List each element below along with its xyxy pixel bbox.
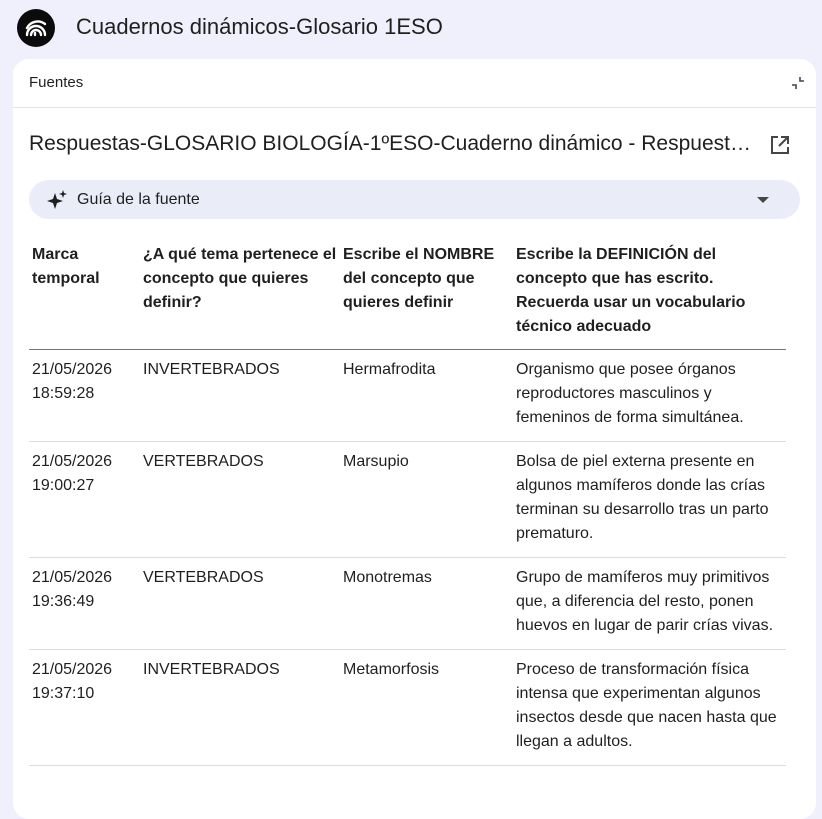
responses-table: Marca temporal ¿A qué tema pertenece el … [29, 236, 786, 766]
table-row: 21/05/2026 18:59:28 INVERTEBRADOS Hermafr… [29, 349, 786, 442]
definition-cell: Proceso de transformación física intensa… [513, 649, 786, 766]
table-row: 21/05/2026 19:00:27 VERTEBRADOS Marsupio … [29, 441, 786, 558]
source-title: Respuestas-GLOSARIO BIOLOGÍA-1ºESO-Cuade… [29, 132, 757, 155]
chevron-down-icon [757, 197, 769, 203]
timestamp-cell: 21/05/2026 19:00:27 [29, 441, 140, 558]
definition-cell: Grupo de mamíferos muy primitivos que, a… [513, 557, 786, 650]
timestamp-cell: 21/05/2026 19:36:49 [29, 557, 140, 650]
table-row: 21/05/2026 19:37:10 INVERTEBRADOS Metamor… [29, 649, 786, 766]
topic-cell: VERTEBRADOS [140, 441, 340, 558]
table-header-row: Marca temporal ¿A qué tema pertenece el … [29, 236, 786, 350]
source-guide-label: Guía de la fuente [77, 191, 200, 208]
time-text: 19:00:27 [32, 477, 95, 494]
sources-panel-header: Fuentes [13, 59, 816, 108]
name-cell: Monotremas [340, 557, 513, 650]
app-header: Cuadernos dinámicos-Glosario 1ESO [0, 0, 822, 56]
timestamp-cell: 21/05/2026 19:37:10 [29, 649, 140, 766]
source-guide-toggle[interactable]: Guía de la fuente [29, 180, 800, 219]
collapse-panel-icon[interactable] [788, 73, 808, 93]
date-text: 21/05/2026 [32, 569, 113, 586]
column-header-definition: Escribe la DEFINICIÓN del concepto que h… [513, 236, 786, 350]
topic-cell: INVERTEBRADOS [140, 349, 340, 442]
name-cell: Marsupio [340, 441, 513, 558]
name-cell: Metamorfosis [340, 649, 513, 766]
open-in-new-icon[interactable] [767, 132, 793, 158]
topic-cell: INVERTEBRADOS [140, 649, 340, 766]
column-header-name: Escribe el NOMBRE del concepto que quier… [340, 236, 513, 350]
name-cell: Hermafrodita [340, 349, 513, 442]
date-text: 21/05/2026 [32, 453, 113, 470]
notebook-title[interactable]: Cuadernos dinámicos-Glosario 1ESO [76, 13, 443, 41]
timestamp-cell: 21/05/2026 18:59:28 [29, 349, 140, 442]
time-text: 19:36:49 [32, 593, 95, 610]
date-text: 21/05/2026 [32, 661, 113, 678]
topic-cell: VERTEBRADOS [140, 557, 340, 650]
column-header-timestamp: Marca temporal [29, 236, 140, 350]
sources-panel-title: Fuentes [29, 74, 84, 91]
notebooklm-logo-icon[interactable] [17, 9, 55, 47]
sources-panel: Fuentes Respuestas-GLOSARIO BIOLOGÍA-1ºE… [13, 59, 816, 819]
definition-cell: Organismo que posee órganos reproductore… [513, 349, 786, 442]
time-text: 19:37:10 [32, 685, 95, 702]
time-text: 18:59:28 [32, 385, 95, 402]
sparkle-icon [47, 190, 67, 209]
table-row: 21/05/2026 19:36:49 VERTEBRADOS Monotrema… [29, 557, 786, 650]
date-text: 21/05/2026 [32, 361, 113, 378]
definition-cell: Bolsa de piel externa presente en alguno… [513, 441, 786, 558]
column-header-topic: ¿A qué tema pertenece el concepto que qu… [140, 236, 340, 350]
